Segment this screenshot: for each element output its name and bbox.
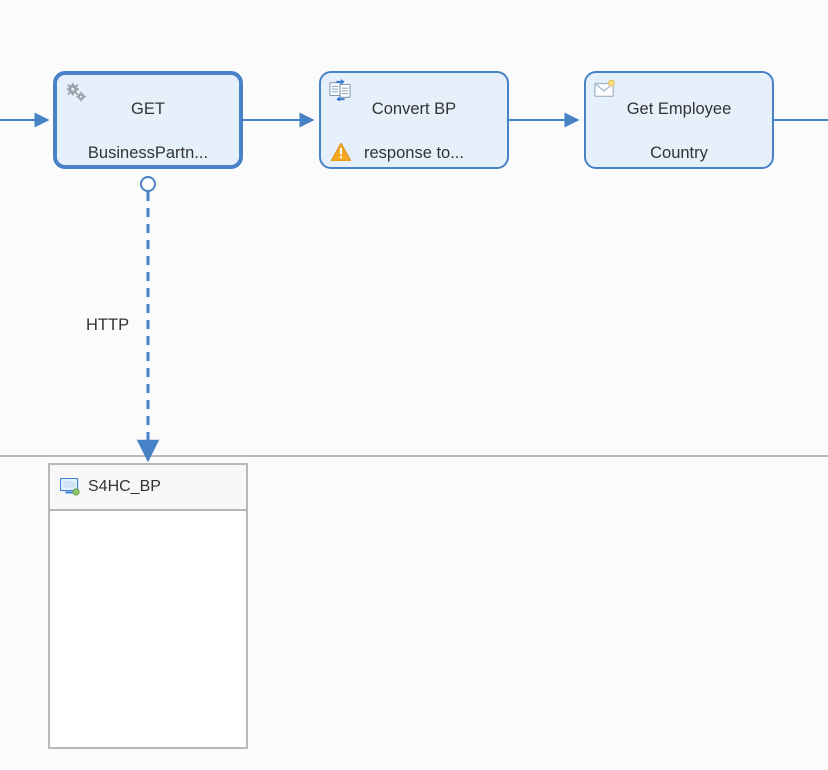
receiver-system-icon (60, 478, 80, 496)
flow-step-get-business-partner[interactable]: GET BusinessPartn... (53, 71, 243, 169)
flow-step-get-employee-country[interactable]: Get Employee Country (584, 71, 774, 169)
flow-step-convert-bp-response[interactable]: Convert BP response to... (319, 71, 509, 169)
convert-icon (329, 79, 351, 101)
receiver-s4hc-bp[interactable]: S4HC_BP (48, 463, 248, 749)
adapter-port[interactable] (140, 176, 156, 192)
connector-label-http[interactable]: HTTP (80, 316, 135, 335)
receiver-header: S4HC_BP (50, 465, 246, 511)
gears-icon (65, 81, 87, 103)
flow-step-label: Get Employee Country (627, 75, 732, 164)
pool-divider (0, 455, 828, 457)
flow-step-label: Convert BP response to... (364, 75, 464, 164)
envelope-icon (594, 79, 616, 101)
flow-step-label: GET BusinessPartn... (88, 75, 208, 164)
receiver-title: S4HC_BP (88, 478, 161, 496)
receiver-body (50, 511, 246, 747)
warning-icon (331, 143, 351, 161)
